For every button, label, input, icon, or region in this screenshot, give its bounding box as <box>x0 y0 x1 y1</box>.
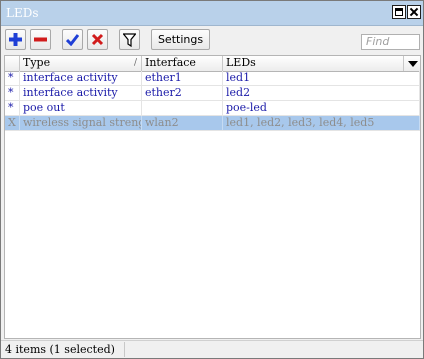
row-interface <box>142 101 223 115</box>
column-menu-dropdown-icon[interactable] <box>408 61 418 67</box>
leds-column-header[interactable]: LEDs <box>223 56 404 71</box>
settings-button[interactable]: Settings <box>151 29 210 50</box>
leds-window: LEDs Settings Find Type / Interface LEDs… <box>0 0 424 359</box>
leds-column-label: LEDs <box>226 56 256 69</box>
remove-button[interactable] <box>30 29 51 50</box>
row-interface: wlan2 <box>142 116 223 130</box>
filter-button[interactable] <box>119 29 140 50</box>
maximize-icon[interactable] <box>392 5 406 19</box>
toolbar: Settings Find <box>1 28 423 54</box>
row-type: wireless signal strength <box>20 116 142 130</box>
flag-column-header[interactable] <box>5 56 20 71</box>
enable-button[interactable] <box>62 29 83 50</box>
row-type: interface activity <box>20 71 142 85</box>
row-flag: * <box>5 71 20 85</box>
add-button[interactable] <box>5 29 26 50</box>
row-type: interface activity <box>20 86 142 100</box>
table-row[interactable]: * poe out poe-led <box>5 101 420 116</box>
cross-icon <box>91 33 104 46</box>
table-header: Type / Interface LEDs <box>5 56 420 72</box>
row-flag: * <box>5 86 20 100</box>
type-column-header[interactable]: Type / <box>20 56 142 71</box>
row-leds: led2 <box>223 86 420 100</box>
row-flag: * <box>5 101 20 115</box>
leds-table: Type / Interface LEDs * interface activi… <box>4 55 421 339</box>
row-flag: X <box>5 116 20 130</box>
sort-indicator-icon: / <box>133 58 137 68</box>
type-column-label: Type <box>23 56 51 69</box>
status-bar: 4 items (1 selected) <box>1 340 423 359</box>
interface-column-label: Interface <box>145 56 196 69</box>
find-input[interactable]: Find <box>361 34 420 50</box>
table-row[interactable]: * interface activity ether1 led1 <box>5 71 420 86</box>
interface-column-header[interactable]: Interface <box>142 56 223 71</box>
row-leds: led1 <box>223 71 420 85</box>
status-divider <box>124 342 125 357</box>
row-interface: ether2 <box>142 86 223 100</box>
table-row-selected[interactable]: X wireless signal strength wlan2 led1, l… <box>5 116 420 131</box>
row-type: poe out <box>20 101 142 115</box>
plus-icon <box>9 33 22 46</box>
minus-icon <box>34 37 47 42</box>
close-icon[interactable] <box>407 5 421 19</box>
check-icon <box>66 34 79 46</box>
row-interface: ether1 <box>142 71 223 85</box>
window-title: LEDs <box>6 6 39 20</box>
status-text: 4 items (1 selected) <box>5 343 115 356</box>
filter-icon <box>123 33 136 47</box>
table-row[interactable]: * interface activity ether2 led2 <box>5 86 420 101</box>
row-leds: led1, led2, led3, led4, led5 <box>223 116 420 130</box>
title-bar[interactable]: LEDs <box>1 1 423 26</box>
row-leds: poe-led <box>223 101 420 115</box>
disable-button[interactable] <box>87 29 108 50</box>
